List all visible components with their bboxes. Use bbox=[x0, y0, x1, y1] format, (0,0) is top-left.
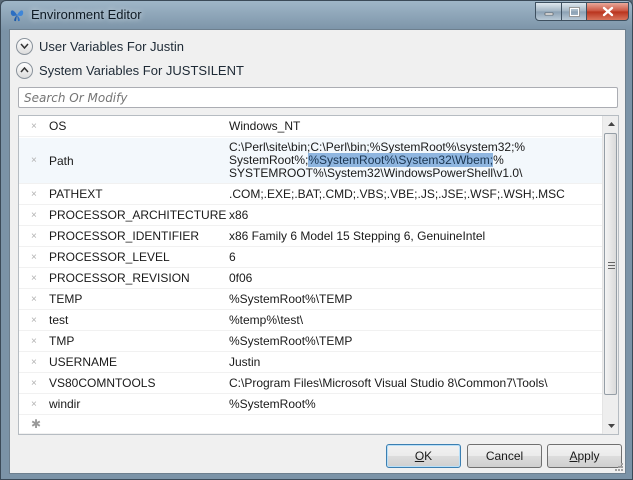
value-line: SystemRoot%; bbox=[229, 153, 309, 167]
variable-name[interactable]: TMP bbox=[49, 334, 74, 348]
delete-icon[interactable]: × bbox=[31, 399, 41, 410]
apply-button[interactable]: Apply bbox=[547, 444, 622, 468]
variable-value[interactable]: %SystemRoot% bbox=[229, 397, 601, 411]
minimize-icon bbox=[544, 12, 553, 15]
user-variables-label: User Variables For Justin bbox=[39, 38, 184, 54]
delete-icon[interactable]: × bbox=[31, 210, 41, 221]
apply-mnemonic: A bbox=[569, 449, 578, 463]
variable-value[interactable]: x86 Family 6 Model 15 Stepping 6, Genuin… bbox=[229, 229, 601, 243]
apply-label: pply bbox=[577, 449, 600, 463]
variable-row[interactable]: × PROCESSOR_IDENTIFIER x86 Family 6 Mode… bbox=[19, 226, 603, 247]
variable-name[interactable]: PROCESSOR_LEVEL bbox=[49, 250, 170, 264]
variable-name[interactable]: PROCESSOR_IDENTIFIER bbox=[49, 229, 199, 243]
title-bar[interactable]: Environment Editor bbox=[1, 1, 632, 29]
expand-chevron-icon[interactable] bbox=[16, 37, 33, 55]
variable-row[interactable]: × test %temp%\test\ bbox=[19, 310, 603, 331]
variable-value[interactable]: 6 bbox=[229, 250, 601, 264]
cancel-label: Cancel bbox=[485, 449, 524, 463]
cancel-button[interactable]: Cancel bbox=[467, 444, 542, 468]
delete-icon[interactable]: × bbox=[31, 336, 41, 347]
variable-value[interactable]: Windows_NT bbox=[229, 119, 601, 133]
value-line: SYSTEMROOT%\System32\WindowsPowerShell\v… bbox=[229, 166, 523, 180]
variable-name[interactable]: Path bbox=[49, 154, 74, 168]
selected-text: %SystemRoot%\System32\Wbem; bbox=[308, 153, 494, 167]
variable-value[interactable]: %SystemRoot%\TEMP bbox=[229, 334, 601, 348]
search-input[interactable] bbox=[18, 87, 618, 108]
client-area: User Variables For Justin System Variabl… bbox=[9, 29, 626, 474]
variable-name[interactable]: PROCESSOR_ARCHITECTURE bbox=[49, 208, 226, 222]
variable-row[interactable]: × PROCESSOR_ARCHITECTURE x86 bbox=[19, 205, 603, 226]
variable-row[interactable]: × USERNAME Justin bbox=[19, 352, 603, 373]
environment-editor-window: Environment Editor User Variables For Ju… bbox=[0, 0, 633, 480]
variable-value-editor[interactable]: C:\Perl\site\bin;C:\Perl\bin;%SystemRoot… bbox=[229, 141, 601, 180]
delete-icon[interactable]: × bbox=[31, 231, 41, 242]
maximize-icon bbox=[568, 6, 580, 17]
butterfly-app-icon bbox=[10, 10, 24, 22]
delete-icon[interactable]: × bbox=[31, 252, 41, 263]
minimize-button[interactable] bbox=[535, 2, 562, 21]
value-line: % bbox=[493, 153, 504, 167]
variable-row[interactable]: × PROCESSOR_LEVEL 6 bbox=[19, 247, 603, 268]
close-icon bbox=[602, 6, 613, 17]
variable-row-selected[interactable]: × Path C:\Perl\site\bin;C:\Perl\bin;%Sys… bbox=[19, 138, 603, 184]
variable-value[interactable]: x86 bbox=[229, 208, 601, 222]
value-line: C:\Perl\site\bin;C:\Perl\bin;%SystemRoot… bbox=[229, 140, 526, 154]
variable-name[interactable]: windir bbox=[49, 397, 80, 411]
variable-value[interactable]: %temp%\test\ bbox=[229, 313, 601, 327]
variable-value[interactable]: %SystemRoot%\TEMP bbox=[229, 292, 601, 306]
variable-name[interactable]: USERNAME bbox=[49, 355, 117, 369]
variable-name[interactable]: VS80COMNTOOLS bbox=[49, 376, 155, 390]
collapse-chevron-icon[interactable] bbox=[16, 61, 33, 79]
variables-grid: × OS Windows_NT × Path C:\Perl\site\bin;… bbox=[18, 115, 619, 435]
close-button[interactable] bbox=[586, 2, 629, 21]
variable-name[interactable]: TEMP bbox=[49, 292, 82, 306]
user-variables-section[interactable]: User Variables For Justin bbox=[16, 35, 184, 57]
variable-name[interactable]: PATHEXT bbox=[49, 187, 103, 201]
variable-row[interactable]: × TMP %SystemRoot%\TEMP bbox=[19, 331, 603, 352]
new-row-icon[interactable]: ✱ bbox=[31, 417, 41, 431]
scroll-up-arrow-icon[interactable] bbox=[603, 116, 618, 132]
delete-icon[interactable]: × bbox=[31, 315, 41, 326]
variable-value[interactable]: .COM;.EXE;.BAT;.CMD;.VBS;.VBE;.JS;.JSE;.… bbox=[229, 187, 601, 201]
delete-icon[interactable]: × bbox=[31, 121, 41, 132]
variable-value[interactable]: Justin bbox=[229, 355, 601, 369]
scroll-down-arrow-icon[interactable] bbox=[603, 418, 618, 434]
ok-button[interactable]: OK bbox=[386, 444, 461, 468]
variable-row[interactable]: × PROCESSOR_REVISION 0f06 bbox=[19, 268, 603, 289]
variable-row[interactable]: × VS80COMNTOOLS C:\Program Files\Microso… bbox=[19, 373, 603, 394]
delete-icon[interactable]: × bbox=[31, 273, 41, 284]
variable-value[interactable]: 0f06 bbox=[229, 271, 601, 285]
system-variables-section[interactable]: System Variables For JUSTSILENT bbox=[16, 59, 244, 81]
system-variables-label: System Variables For JUSTSILENT bbox=[39, 62, 244, 78]
delete-icon[interactable]: × bbox=[31, 357, 41, 368]
delete-icon[interactable]: × bbox=[31, 378, 41, 389]
window-title: Environment Editor bbox=[31, 7, 142, 22]
variable-row[interactable]: × TEMP %SystemRoot%\TEMP bbox=[19, 289, 603, 310]
maximize-button[interactable] bbox=[561, 2, 587, 21]
delete-icon[interactable]: × bbox=[31, 155, 41, 166]
vertical-scrollbar[interactable] bbox=[602, 116, 618, 434]
new-variable-row[interactable]: ✱ bbox=[19, 415, 603, 434]
scrollbar-thumb[interactable] bbox=[604, 133, 617, 395]
variable-name[interactable]: PROCESSOR_REVISION bbox=[49, 271, 190, 285]
variable-name[interactable]: OS bbox=[49, 119, 66, 133]
variable-row[interactable]: × windir %SystemRoot% bbox=[19, 394, 603, 415]
variable-row[interactable]: × PATHEXT .COM;.EXE;.BAT;.CMD;.VBS;.VBE;… bbox=[19, 184, 603, 205]
delete-icon[interactable]: × bbox=[31, 294, 41, 305]
variable-row[interactable]: × OS Windows_NT bbox=[19, 116, 603, 137]
ok-mnemonic: O bbox=[414, 449, 425, 463]
variable-value[interactable]: C:\Program Files\Microsoft Visual Studio… bbox=[229, 376, 601, 390]
variable-name[interactable]: test bbox=[49, 313, 68, 327]
grip-icon bbox=[608, 262, 615, 269]
delete-icon[interactable]: × bbox=[31, 189, 41, 200]
ok-label: K bbox=[424, 449, 433, 463]
resize-grip-icon[interactable] bbox=[613, 461, 623, 471]
